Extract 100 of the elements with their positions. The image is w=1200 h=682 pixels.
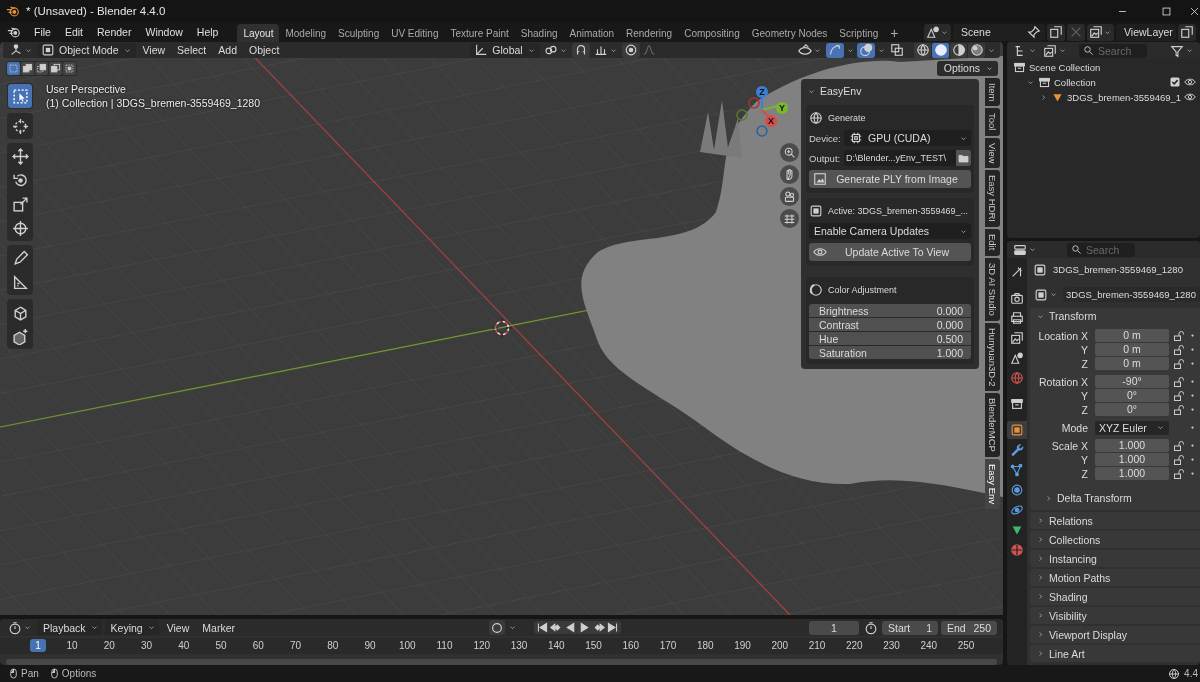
number-field[interactable]: Brightness 0.000 bbox=[809, 304, 971, 317]
outliner-item[interactable]: Collection bbox=[1054, 76, 1096, 88]
copy-button[interactable] bbox=[1047, 23, 1065, 41]
name-field[interactable]: 3DGS_bremen-3559469_1280 bbox=[1063, 287, 1200, 302]
eye-icon[interactable] bbox=[1184, 76, 1196, 88]
lock-icon[interactable] bbox=[1173, 375, 1185, 388]
logo-icon[interactable] bbox=[7, 25, 21, 39]
dot-icon[interactable] bbox=[1188, 331, 1197, 340]
xray-toggle[interactable] bbox=[888, 42, 906, 58]
select-mode-button[interactable] bbox=[7, 61, 20, 75]
menu-item[interactable]: Render bbox=[90, 26, 139, 38]
workspace-tab[interactable]: Texture Paint bbox=[444, 24, 515, 42]
menu-item[interactable]: Add bbox=[213, 44, 242, 56]
auto-key-button[interactable] bbox=[488, 620, 505, 635]
view-layer-field[interactable]: ViewLayer bbox=[1116, 23, 1176, 41]
output-path-field[interactable]: D:\Blender...yEnv_TEST\ bbox=[844, 150, 956, 166]
menu-item[interactable]: View bbox=[137, 44, 171, 56]
copy-button[interactable] bbox=[1178, 23, 1196, 41]
navigation-button[interactable] bbox=[780, 187, 799, 206]
workspace-tab[interactable]: Rendering bbox=[620, 24, 679, 42]
number-field[interactable]: 0 m bbox=[1095, 357, 1169, 370]
sidebar-tab[interactable]: Easy Env bbox=[985, 459, 1000, 510]
shading-button[interactable] bbox=[950, 42, 967, 58]
menu-item[interactable]: View bbox=[161, 621, 195, 634]
mode-dropdown[interactable]: XYZ Euler bbox=[1095, 420, 1169, 435]
lock-icon[interactable] bbox=[1173, 343, 1185, 356]
play-reverse-icon[interactable] bbox=[563, 621, 577, 634]
workspace-tab[interactable]: Layout bbox=[237, 24, 280, 42]
update-view-button[interactable]: Update Active To View bbox=[809, 243, 971, 261]
overlay-toggle[interactable] bbox=[857, 42, 875, 58]
menu-item[interactable]: Marker bbox=[197, 621, 240, 634]
number-field[interactable]: 1.000 bbox=[1095, 439, 1169, 452]
panel-header[interactable]: Motion Paths bbox=[1030, 569, 1200, 586]
select-mode-button[interactable] bbox=[35, 61, 48, 75]
number-field[interactable]: Contrast 0.000 bbox=[809, 318, 971, 331]
navigation-button[interactable] bbox=[780, 143, 799, 162]
number-field[interactable]: 0° bbox=[1095, 403, 1169, 416]
menu-item[interactable]: Window bbox=[138, 26, 190, 38]
dot-icon[interactable] bbox=[1188, 377, 1197, 386]
workspace-tab[interactable]: Geometry Nodes bbox=[745, 24, 834, 42]
folder-button[interactable] bbox=[956, 150, 971, 166]
dot-icon[interactable] bbox=[1188, 405, 1197, 414]
sidebar-tab[interactable]: Tool bbox=[985, 108, 1000, 136]
navigation-button[interactable] bbox=[780, 209, 799, 228]
number-field[interactable]: 0 m bbox=[1095, 343, 1169, 356]
panel-header[interactable]: Collections bbox=[1030, 531, 1200, 548]
menu-item[interactable]: Help bbox=[189, 26, 226, 38]
shading-button[interactable] bbox=[968, 42, 985, 58]
properties-tab[interactable] bbox=[1007, 421, 1027, 439]
keyframe-back-icon[interactable] bbox=[549, 621, 563, 634]
view-layer-selector[interactable] bbox=[1087, 23, 1114, 41]
select-mode-button[interactable] bbox=[49, 61, 62, 75]
lock-icon[interactable] bbox=[1173, 329, 1185, 342]
menu-item[interactable]: File bbox=[27, 26, 58, 38]
number-field[interactable]: Hue 0.500 bbox=[809, 332, 971, 345]
workspace-tab[interactable]: Scripting bbox=[833, 24, 885, 42]
menu-item[interactable]: Select bbox=[172, 44, 212, 56]
sidebar-tab[interactable]: BlenderMCP bbox=[985, 393, 1000, 457]
eye-icon[interactable] bbox=[1184, 91, 1197, 103]
workspace-tab[interactable]: Modeling bbox=[279, 24, 333, 42]
sidebar-tab[interactable]: View bbox=[985, 137, 1000, 169]
sidebar-tab[interactable]: Easy HDRI bbox=[985, 170, 1000, 228]
dot-icon[interactable] bbox=[1188, 345, 1197, 354]
lock-icon[interactable] bbox=[1173, 389, 1185, 402]
dot-icon[interactable] bbox=[1188, 441, 1197, 450]
workspace-tab[interactable]: Compositing bbox=[678, 24, 746, 42]
outliner-item[interactable]: 3DGS_bremen-3559469_1 bbox=[1067, 91, 1182, 103]
gizmo-toggle[interactable] bbox=[826, 42, 844, 58]
shading-button[interactable] bbox=[932, 42, 949, 58]
scene-field[interactable]: Scene bbox=[953, 23, 1045, 41]
shading-button[interactable] bbox=[914, 42, 931, 58]
snap-toggle[interactable] bbox=[571, 42, 590, 58]
skip-back-icon[interactable] bbox=[535, 621, 549, 634]
panel-header[interactable]: Line Art bbox=[1030, 645, 1200, 662]
camera-updates-dropdown[interactable]: Enable Camera Updates bbox=[809, 223, 971, 239]
panel-header[interactable]: Visibility bbox=[1030, 607, 1200, 624]
generate-button[interactable]: Generate PLY from Image bbox=[809, 170, 971, 188]
dot-icon[interactable] bbox=[1188, 423, 1197, 432]
lock-icon[interactable] bbox=[1173, 439, 1185, 452]
lock-icon[interactable] bbox=[1173, 357, 1185, 370]
number-field[interactable]: -90° bbox=[1095, 375, 1169, 388]
workspace-tab[interactable]: Sculpting bbox=[332, 24, 386, 42]
sidebar-tab[interactable]: Hunyuan3D-2 bbox=[985, 322, 1000, 392]
outliner-item[interactable]: Scene Collection bbox=[1029, 61, 1101, 73]
panel-header[interactable]: Instancing bbox=[1030, 550, 1200, 567]
menu-item[interactable]: Edit bbox=[57, 26, 90, 38]
panel-header[interactable]: Transform bbox=[1030, 308, 1200, 324]
current-frame-indicator[interactable]: 1 bbox=[30, 639, 46, 652]
lock-icon[interactable] bbox=[1173, 403, 1185, 416]
mode-dropdown[interactable]: Object Mode bbox=[37, 42, 136, 58]
dot-icon[interactable] bbox=[1188, 391, 1197, 400]
panel-header[interactable]: Shading bbox=[1030, 588, 1200, 605]
workspace-tab[interactable]: UV Editing bbox=[385, 24, 445, 42]
dot-icon[interactable] bbox=[1188, 359, 1197, 368]
lock-icon[interactable] bbox=[1173, 453, 1185, 466]
dot-icon[interactable] bbox=[1188, 469, 1197, 478]
keyframe-forward-icon[interactable] bbox=[591, 621, 605, 634]
panel-header[interactable]: Viewport Display bbox=[1030, 626, 1200, 643]
workspace-tab[interactable]: Animation bbox=[563, 24, 620, 42]
proportional-toggle[interactable] bbox=[621, 42, 640, 58]
